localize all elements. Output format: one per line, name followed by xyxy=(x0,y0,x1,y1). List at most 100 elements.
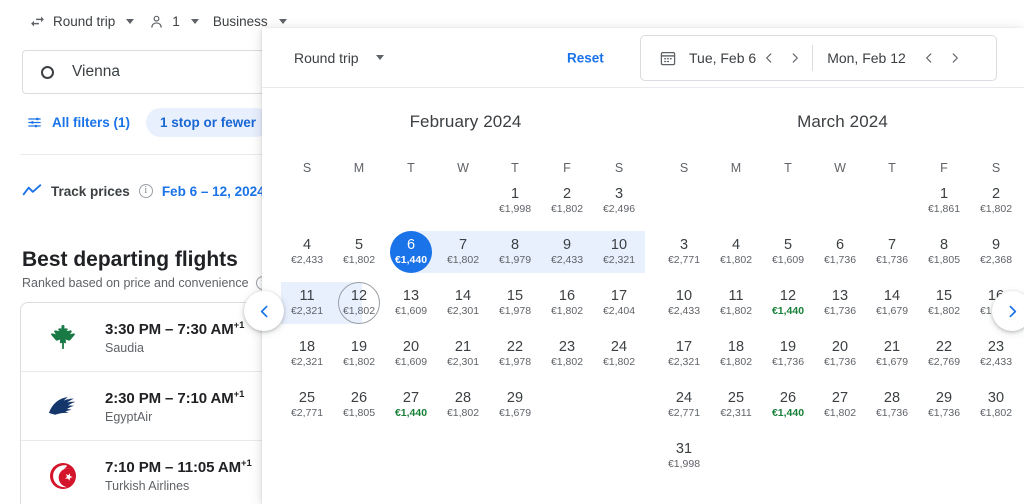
calendar-day-19[interactable]: 19 €1,802 xyxy=(336,333,382,375)
calendar-empty-cell xyxy=(284,180,330,222)
calendar-day-cell: 28 €1,736 xyxy=(869,384,915,426)
day-price: €1,978 xyxy=(498,356,532,368)
calendar-day-11[interactable]: 11 €1,802 xyxy=(713,282,759,324)
calendar-day-14[interactable]: 14 €2,301 xyxy=(440,282,486,324)
calendar-day-11[interactable]: 11 €2,321 xyxy=(281,282,333,324)
calendar-day-10[interactable]: 10 €2,321 xyxy=(593,231,645,273)
calendar-day-13[interactable]: 13 €1,609 xyxy=(388,282,434,324)
calendar-day-8[interactable]: 8 €1,979 xyxy=(489,231,541,273)
calendar-day-14[interactable]: 14 €1,679 xyxy=(869,282,915,324)
reset-button[interactable]: Reset xyxy=(567,50,604,65)
calendar-day-26[interactable]: 26 €1,805 xyxy=(336,384,382,426)
calendar-day-3[interactable]: 3 €2,496 xyxy=(596,180,642,222)
calendar-day-23[interactable]: 23 €2,433 xyxy=(973,333,1019,375)
day-price: €1,802 xyxy=(719,356,753,368)
calendar-day-18[interactable]: 18 €2,321 xyxy=(284,333,330,375)
calendar-day-2[interactable]: 2 €1,802 xyxy=(544,180,590,222)
calendar-day-8[interactable]: 8 €1,805 xyxy=(921,231,967,273)
calendar-day-31[interactable]: 31 €1,998 xyxy=(661,435,707,477)
calendar-day-12[interactable]: 12 €1,440 xyxy=(765,282,811,324)
day-price: €1,609 xyxy=(394,356,428,368)
return-next-day-button[interactable] xyxy=(942,36,968,80)
calendar-day-21[interactable]: 21 €1,679 xyxy=(869,333,915,375)
calendar-day-4[interactable]: 4 €2,433 xyxy=(284,231,330,273)
calendar-day-5[interactable]: 5 €1,802 xyxy=(336,231,382,273)
calendar-day-29[interactable]: 29 €1,736 xyxy=(921,384,967,426)
calendar-day-1[interactable]: 1 €1,998 xyxy=(492,180,538,222)
weekday-cell: S xyxy=(596,156,642,180)
departure-next-day-button[interactable] xyxy=(782,36,808,80)
calendar-day-cell: 11 €1,802 xyxy=(713,282,759,324)
calendar-day-10[interactable]: 10 €2,433 xyxy=(661,282,707,324)
trip-type-label: Round trip xyxy=(53,13,116,29)
calendar-day-4[interactable]: 4 €1,802 xyxy=(713,231,759,273)
calendar-day-18[interactable]: 18 €1,802 xyxy=(713,333,759,375)
calendar-day-9[interactable]: 9 €2,433 xyxy=(541,231,593,273)
trip-type-selector[interactable]: Round trip xyxy=(22,8,141,34)
day-price: €2,301 xyxy=(446,305,480,317)
track-prices-date-range[interactable]: Feb 6 – 12, 2024 xyxy=(162,184,265,199)
return-prev-day-button[interactable] xyxy=(916,36,942,80)
calendar-day-22[interactable]: 22 €2,769 xyxy=(921,333,967,375)
day-number: 14 xyxy=(883,288,901,304)
calendar-day-28[interactable]: 28 €1,802 xyxy=(440,384,486,426)
return-date-segment[interactable]: Mon, Feb 12 xyxy=(827,36,906,80)
calendar-day-16[interactable]: 16 €1,802 xyxy=(544,282,590,324)
calendar-day-27[interactable]: 27 €1,802 xyxy=(817,384,863,426)
calendar-day-5[interactable]: 5 €1,609 xyxy=(765,231,811,273)
calendar-day-7[interactable]: 7 €1,802 xyxy=(437,231,489,273)
calendar-day-2[interactable]: 2 €1,802 xyxy=(973,180,1019,222)
calendar-day-15[interactable]: 15 €1,802 xyxy=(921,282,967,324)
calendar-day-cell: 26 €1,805 xyxy=(336,384,382,426)
info-icon[interactable]: i xyxy=(138,184,153,198)
calendar-day-21[interactable]: 21 €2,301 xyxy=(440,333,486,375)
calendar-day-3[interactable]: 3 €2,771 xyxy=(661,231,707,273)
calendar-day-7[interactable]: 7 €1,736 xyxy=(869,231,915,273)
calendar-day-17[interactable]: 17 €2,321 xyxy=(661,333,707,375)
day-price: €1,440 xyxy=(771,305,805,317)
calendar-day-25[interactable]: 25 €2,771 xyxy=(284,384,330,426)
calendar-day-23[interactable]: 23 €1,802 xyxy=(544,333,590,375)
panel-trip-type-selector[interactable]: Round trip xyxy=(294,50,384,66)
departure-date-segment[interactable]: Tue, Feb 6 xyxy=(641,36,756,80)
calendar-day-6[interactable]: 6 €1,440 xyxy=(388,231,437,273)
day-number: 29 xyxy=(506,390,524,406)
calendar-day-9[interactable]: 9 €2,368 xyxy=(973,231,1019,273)
all-filters-button[interactable]: All filters (1) xyxy=(22,109,134,136)
day-number: 3 xyxy=(679,237,689,253)
calendar-day-24[interactable]: 24 €1,802 xyxy=(596,333,642,375)
passenger-selector[interactable]: 1 xyxy=(141,8,206,34)
calendar-day-25[interactable]: 25 €2,311 xyxy=(713,384,759,426)
calendar-day-26[interactable]: 26 €1,440 xyxy=(765,384,811,426)
divider xyxy=(812,44,814,71)
next-months-button[interactable] xyxy=(992,291,1024,331)
calendar-day-29[interactable]: 29 €1,679 xyxy=(492,384,538,426)
day-number: 17 xyxy=(610,288,628,304)
calendar-day-empty xyxy=(284,180,330,222)
filter-chip-stops[interactable]: 1 stop or fewer xyxy=(146,108,271,137)
day-price: €1,736 xyxy=(823,305,857,317)
person-icon xyxy=(148,13,165,30)
calendar-day-30[interactable]: 30 €1,802 xyxy=(973,384,1019,426)
previous-months-button[interactable] xyxy=(244,291,284,331)
calendar-day-6[interactable]: 6 €1,736 xyxy=(817,231,863,273)
calendar-day-19[interactable]: 19 €1,736 xyxy=(765,333,811,375)
day-price: €1,736 xyxy=(823,254,857,266)
calendar-day-12[interactable]: 12 €1,802 xyxy=(333,282,382,324)
departure-prev-day-button[interactable] xyxy=(756,36,782,80)
calendar-empty-cell xyxy=(817,435,863,477)
calendar-day-13[interactable]: 13 €1,736 xyxy=(817,282,863,324)
calendar-day-17[interactable]: 17 €2,404 xyxy=(596,282,642,324)
day-number: 24 xyxy=(675,390,693,406)
calendar-day-15[interactable]: 15 €1,978 xyxy=(492,282,538,324)
calendar-day-20[interactable]: 20 €1,609 xyxy=(388,333,434,375)
calendar-day-22[interactable]: 22 €1,978 xyxy=(492,333,538,375)
calendar-day-cell: 9 €2,368 xyxy=(973,231,1019,273)
calendar-day-20[interactable]: 20 €1,736 xyxy=(817,333,863,375)
day-number: 26 xyxy=(779,390,797,406)
calendar-day-28[interactable]: 28 €1,736 xyxy=(869,384,915,426)
calendar-day-1[interactable]: 1 €1,861 xyxy=(921,180,967,222)
calendar-day-24[interactable]: 24 €2,771 xyxy=(661,384,707,426)
calendar-week-row: 24 €2,771 25 €2,311 26 €1,440 27 €1,802 28 €1,736… xyxy=(661,384,1024,426)
calendar-day-27[interactable]: 27 €1,440 xyxy=(388,384,434,426)
